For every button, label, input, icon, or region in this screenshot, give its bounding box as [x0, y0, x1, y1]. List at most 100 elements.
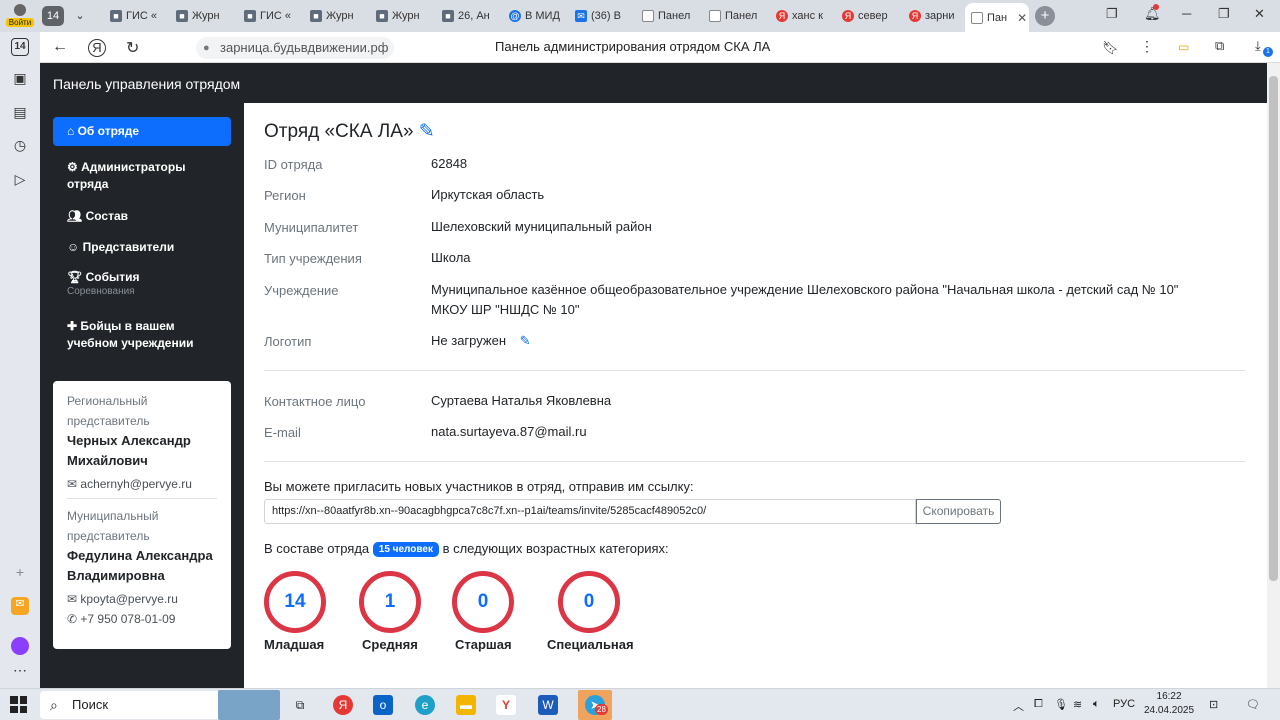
clock[interactable]: 16:22 24.04.2025	[1144, 690, 1194, 718]
nav-item-members[interactable]: 👥︎ Состав	[53, 202, 231, 231]
tab-11[interactable]: Яханс к	[770, 3, 834, 29]
volume-icon[interactable]: 🔈︎	[1093, 698, 1100, 711]
field-label-id: ID отряда	[264, 157, 323, 172]
history-icon[interactable]: ◷	[11, 137, 29, 155]
tab-8[interactable]: ✉ (36) В	[569, 3, 633, 29]
nav-sub-competitions[interactable]: Соревнования	[67, 286, 135, 297]
windows-start-icon[interactable]	[10, 696, 27, 713]
alice-assistant-icon[interactable]	[11, 637, 29, 655]
gis-favicon-icon: ■	[244, 10, 256, 22]
outlook-icon[interactable]: o	[373, 695, 393, 715]
widgets-landscape-icon[interactable]	[218, 690, 280, 720]
close-window-icon[interactable]: ✕	[1254, 6, 1265, 22]
tab-list-chevron-icon[interactable]: ⌄	[70, 6, 90, 26]
tab-7[interactable]: @ В МИД	[503, 3, 563, 29]
edit-title-icon[interactable]: ✎	[419, 121, 435, 142]
tab-active[interactable]: Пан ✕	[965, 3, 1029, 32]
back-arrow-icon[interactable]: ←	[52, 38, 68, 56]
tab-3[interactable]: ■ ГИС «	[238, 3, 298, 29]
bookmark-icon[interactable]: 🔖︎	[1102, 40, 1119, 56]
more-icon[interactable]: ⋮	[1140, 38, 1154, 55]
notifications-bell-icon[interactable]: 🔔︎	[1144, 4, 1161, 22]
category-label-junior: Младшая	[264, 637, 325, 652]
field-value-municipality: Шелеховский муниципальный район	[431, 219, 652, 234]
tab-9[interactable]: Панел	[636, 3, 700, 29]
media-icon[interactable]: ▣	[11, 70, 29, 88]
downloads-icon[interactable]: ⤓ 1	[1255, 38, 1273, 57]
maximize-window-icon[interactable]: ❐	[1218, 6, 1230, 22]
yandex-browser-icon[interactable]: Я	[333, 695, 353, 715]
translate-icon[interactable]: ⧉	[1215, 38, 1224, 54]
show-hidden-icons-icon[interactable]: ︿	[1013, 698, 1024, 714]
invite-text: Вы можете пригласить новых участников в …	[264, 479, 694, 494]
category-label-middle: Средняя	[362, 637, 418, 652]
tab-counter-icon[interactable]: 14	[11, 38, 29, 56]
nav-item-representatives[interactable]: ☺ Представители	[53, 233, 231, 262]
tab-5[interactable]: ■ Журн	[370, 3, 430, 29]
new-tab-button[interactable]: +	[1035, 6, 1055, 26]
app-brand[interactable]: Панель управления отрядом	[53, 76, 240, 92]
mail-app-icon[interactable]: ✉	[11, 597, 29, 615]
envelope-icon: ✉	[67, 592, 81, 606]
add-panel-icon[interactable]: +	[11, 564, 29, 582]
word-icon[interactable]: W	[538, 695, 558, 715]
microphone-icon[interactable]: 🎙︎	[1054, 698, 1068, 711]
nav-item-fighters[interactable]: ✚ Бойцы в вашем учебном учреждении	[53, 312, 231, 358]
invite-link-input[interactable]: https://xn--80aatfyr8b.xn--90acagbhgpca7…	[264, 499, 916, 524]
tab-count-button[interactable]: 14	[42, 6, 64, 26]
tab-10[interactable]: Панел	[703, 3, 767, 29]
battery-icon[interactable]: ▭	[1178, 40, 1189, 54]
field-value-contact: Суртаева Наталья Яковлевна	[431, 393, 612, 408]
envelope-favicon-icon: ✉	[575, 10, 587, 22]
field-value-region: Иркутская область	[431, 187, 545, 202]
notification-center-icon[interactable]: 🗨︎	[1246, 698, 1260, 711]
profile-login-button[interactable]: Войти	[6, 2, 34, 30]
collections-icon[interactable]: ❐	[1106, 6, 1118, 22]
mail-favicon-icon: @	[509, 10, 521, 22]
journal-favicon-icon: ■	[176, 10, 188, 22]
game-bar-icon[interactable]: ⊡	[1209, 698, 1218, 711]
close-tab-icon[interactable]: ✕	[1017, 11, 1027, 25]
category-label-senior: Старшая	[455, 637, 512, 652]
reload-icon[interactable]: ↻	[126, 38, 139, 58]
nav-item-about[interactable]: ⌂ Об отряде	[53, 117, 231, 146]
edit-logo-icon[interactable]: ✎	[520, 333, 531, 348]
url-field[interactable]: ● зарница.будьвдвижении.рф	[196, 37, 395, 59]
yandex-app-icon[interactable]: Y	[496, 695, 516, 715]
yandex-favicon-icon: Я	[842, 10, 854, 22]
tray-app-icon[interactable]: ⧠	[1034, 698, 1043, 711]
field-value-institution-type: Школа	[431, 250, 471, 265]
wifi-icon[interactable]: ≋	[1073, 698, 1082, 711]
yandex-logo-icon[interactable]: Я	[88, 39, 106, 57]
taskbar-search-box[interactable]: ⌕ Поиск	[40, 691, 245, 719]
tab-6[interactable]: ■ 26, Ан	[436, 3, 496, 29]
more-icon[interactable]: ⋯	[11, 662, 29, 680]
telegram-icon[interactable]: ➤ 28	[578, 690, 612, 720]
copy-link-button[interactable]: Скопировать	[916, 499, 1001, 524]
tab-4[interactable]: ■ Журн	[304, 3, 364, 29]
people-icon: ☺	[67, 240, 83, 254]
task-view-icon[interactable]: ⧉	[290, 695, 310, 715]
nav-item-admins[interactable]: ⚙ Администраторы отряда	[53, 153, 231, 199]
url-text: зарница.будьвдвижении.рф	[220, 40, 389, 55]
field-value-logo: Не загружен ✎	[431, 333, 531, 348]
trophy-icon: 🏆︎	[67, 270, 86, 284]
language-indicator[interactable]: РУС	[1113, 698, 1135, 710]
file-explorer-icon[interactable]: ▬	[456, 695, 476, 715]
edge-icon[interactable]: e	[415, 695, 435, 715]
tab-12[interactable]: Ясевер	[836, 3, 900, 29]
scrollbar-thumb[interactable]	[1269, 76, 1278, 581]
tab-2[interactable]: ■ Журн	[170, 3, 230, 29]
tab-1[interactable]: ■ ГИС «	[104, 3, 164, 29]
municipal-rep-email-row: ✉ kpoyta@pervye.ru	[67, 592, 178, 606]
play-icon[interactable]: ▷	[11, 171, 29, 189]
home-icon: ⌂	[67, 124, 78, 138]
section-divider	[264, 461, 1245, 462]
clock-time: 16:22	[1156, 691, 1182, 702]
page-title-text: Панель администрирования отрядом СКА ЛА	[495, 39, 771, 54]
yandex-favicon-icon: Я	[776, 10, 788, 22]
collections-icon[interactable]: ▤	[11, 104, 29, 122]
tab-13[interactable]: Язарни	[903, 3, 963, 29]
site-info-icon[interactable]: ●	[203, 37, 210, 59]
minimize-window-icon[interactable]: ─	[1182, 6, 1191, 21]
